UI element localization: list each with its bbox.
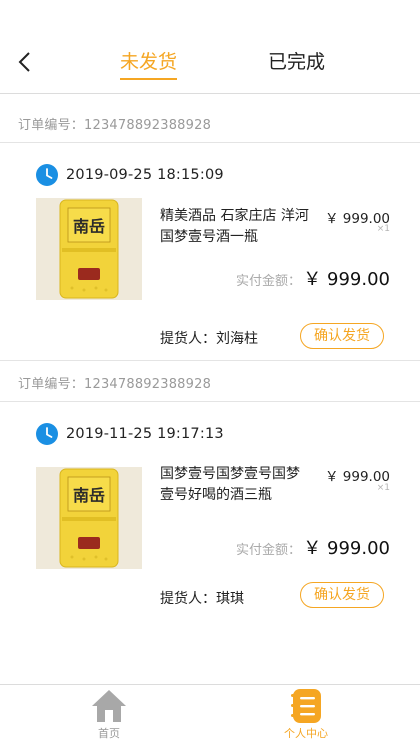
picker-name: 提货人：琪琪 — [160, 591, 244, 607]
paid-amount: ￥ 999.00 — [303, 538, 390, 559]
tabbar-home[interactable]: 首页 — [49, 685, 169, 740]
clock-icon — [36, 164, 58, 186]
order-number: 订单编号：123478892388928 — [18, 377, 212, 392]
paid-label: 实付金额： — [236, 274, 302, 289]
quantity: ×1 — [376, 483, 390, 493]
confirm-shipment-button[interactable]: 确认发货 — [300, 582, 384, 608]
home-icon — [92, 690, 126, 722]
order-number: 订单编号：123478892388928 — [18, 118, 212, 133]
divider — [0, 401, 420, 402]
divider — [0, 142, 420, 143]
bottle-label-text: 南岳 — [73, 486, 105, 505]
tabbar-profile-label: 个人中心 — [284, 727, 328, 740]
picker-name: 提货人：刘海柱 — [160, 331, 258, 347]
active-tab-underline — [120, 78, 178, 80]
tab-completed-label: 已完成 — [268, 51, 326, 73]
paid-label: 实付金额： — [236, 543, 302, 558]
bottle-label-text: 南岳 — [73, 217, 105, 236]
paid-amount: ￥ 999.00 — [303, 269, 390, 290]
order-time-row: 2019-09-25 18:15:09 — [36, 163, 224, 187]
order-time: 2019-09-25 18:15:09 — [66, 167, 224, 183]
quantity: ×1 — [376, 224, 390, 234]
clock-icon — [36, 423, 58, 445]
liquor-bottle-image: 南岳 — [36, 198, 142, 300]
profile-list-icon — [291, 689, 321, 723]
tab-pending-shipment[interactable]: 未发货 — [120, 48, 178, 82]
bottom-tab-bar: 首页 个人中心 — [0, 684, 420, 740]
product-name: 国梦壹号国梦壹号国梦壹号好喝的酒三瓶 — [160, 466, 300, 503]
liquor-bottle-image: 南岳 — [36, 467, 142, 569]
back-arrow-icon[interactable] — [12, 48, 40, 76]
tab-completed[interactable]: 已完成 — [268, 48, 325, 82]
order-time: 2019-11-25 19:17:13 — [66, 426, 224, 442]
product-image[interactable]: 南岳 — [36, 467, 142, 569]
product-name: 精美酒品 石家庄店 洋河国梦壹号酒一瓶 — [160, 208, 309, 245]
product-image[interactable]: 南岳 — [36, 198, 142, 300]
confirm-shipment-button[interactable]: 确认发货 — [300, 323, 384, 349]
unit-price: ￥ 999.00 — [324, 469, 390, 485]
header: 未发货 已完成 — [0, 0, 420, 94]
order-time-row: 2019-11-25 19:17:13 — [36, 422, 224, 446]
divider — [0, 360, 420, 361]
tabbar-profile[interactable]: 个人中心 — [246, 685, 366, 740]
tab-pending-label: 未发货 — [120, 51, 178, 73]
tabbar-home-label: 首页 — [98, 727, 120, 740]
